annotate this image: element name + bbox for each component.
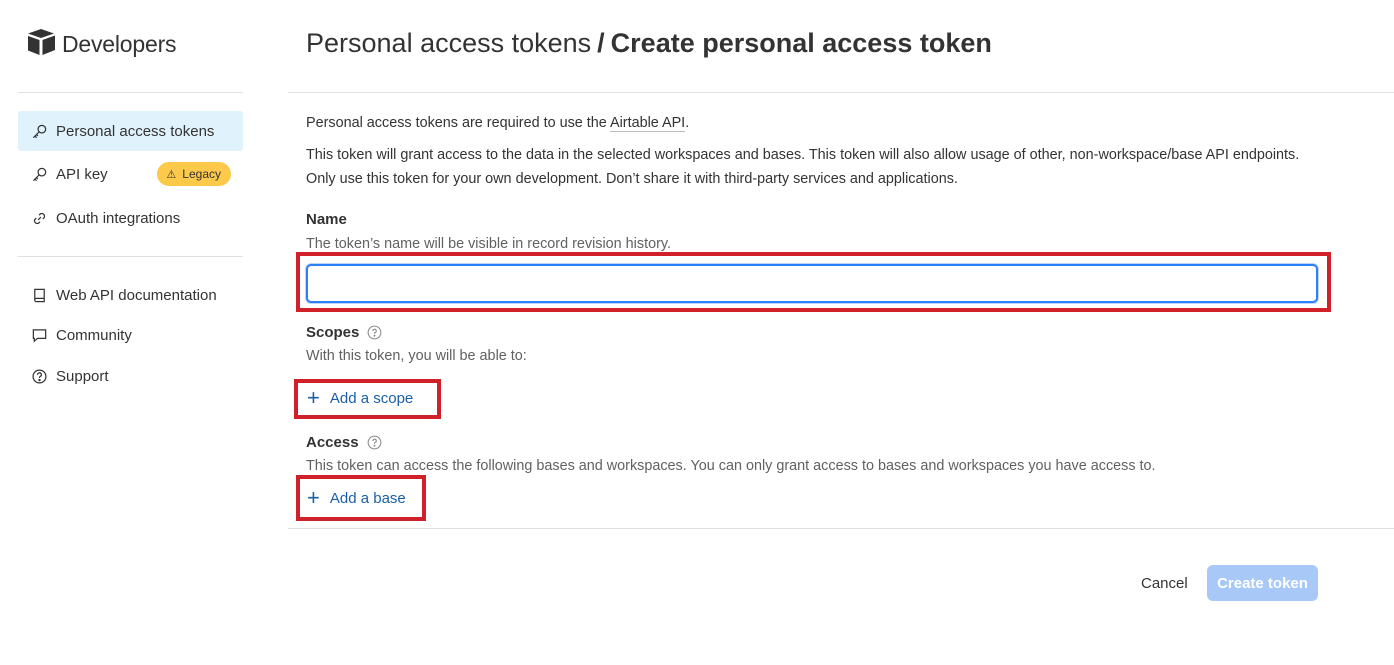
add-scope-label: Add a scope [329,389,414,407]
name-label: Name [306,211,347,228]
brand-name: Developers [62,30,177,57]
help-icon[interactable] [367,435,382,450]
sidebar-item-oauth-integrations[interactable]: OAuth integrations [18,198,243,238]
sidebar-item-label: Support [56,367,109,385]
create-token-button[interactable]: Create token [1207,565,1318,601]
key-icon [30,165,48,183]
sidebar-item-personal-access-tokens[interactable]: Personal access tokens [18,111,243,151]
intro-line-2: This token will grant access to the data… [306,147,1300,163]
sidebar-item-label: OAuth integrations [56,209,181,227]
sidebar-item-label: API key [56,165,108,183]
intro-line-3: Only use this token for your own develop… [306,171,958,187]
plus-icon: + [307,385,320,410]
book-icon [30,286,48,304]
page-title: Personal access tokens / Create personal a… [306,28,992,59]
sidebar-divider [18,92,243,93]
sidebar-item-label: Community [56,326,132,344]
access-hint: This token can access the following base… [306,458,1156,474]
sidebar-item-label: Personal access tokens [56,122,215,140]
add-base-label: Add a base [329,489,406,507]
cancel-button[interactable]: Cancel [1130,566,1199,600]
warning-icon: ⚠ [166,168,177,181]
sidebar-item-support[interactable]: Support [18,356,243,396]
add-scope-button[interactable]: + Add a scope [307,387,413,409]
help-circle-icon [30,367,48,385]
access-label-text: Access [306,434,359,451]
sidebar: Developers Personal access tokens API ke… [0,0,258,665]
token-name-input[interactable] [306,264,1318,303]
footer-divider [288,528,1394,529]
airtable-logo-icon [26,28,58,61]
legacy-badge: ⚠ Legacy [157,162,231,186]
sidebar-divider [18,256,243,257]
scopes-label-text: Scopes [306,324,360,341]
intro-text: Personal access tokens are required to u… [306,115,610,131]
key-icon [30,122,48,140]
sidebar-item-api-key[interactable]: API key ⚠ Legacy [18,154,243,194]
breadcrumb-separator: / [597,28,605,58]
access-label: Access [306,434,382,451]
sidebar-item-community[interactable]: Community [18,315,243,355]
name-hint: The token’s name will be visible in reco… [306,236,671,252]
help-icon[interactable] [367,325,382,340]
intro-line-1: Personal access tokens are required to u… [306,115,690,132]
breadcrumb-current: Create personal access token [610,28,992,58]
header-divider [288,92,1394,93]
add-base-button[interactable]: + Add a base [307,487,406,509]
airtable-api-link[interactable]: Airtable API [609,115,686,132]
chat-icon [30,326,48,344]
breadcrumb-parent[interactable]: Personal access tokens [306,28,591,58]
brand[interactable]: Developers [26,28,177,61]
link-icon [30,209,48,227]
sidebar-item-label: Web API documentation [56,286,217,304]
scopes-hint: With this token, you will be able to: [306,348,527,364]
badge-label: Legacy [182,167,221,181]
scopes-label: Scopes [306,324,382,341]
intro-period: . [685,115,690,131]
plus-icon: + [307,485,320,510]
sidebar-item-web-api-documentation[interactable]: Web API documentation [18,275,243,315]
